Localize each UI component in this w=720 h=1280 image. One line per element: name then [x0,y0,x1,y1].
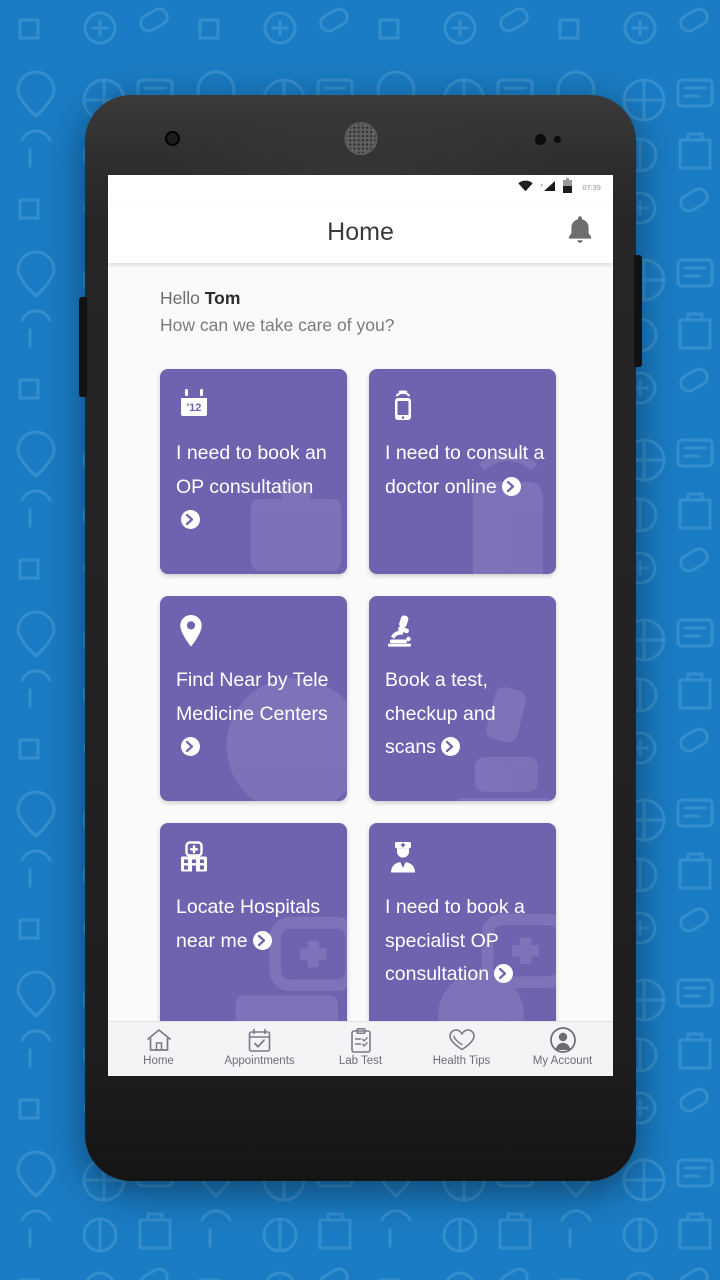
front-camera-icon [165,131,180,146]
nav-label: Home [143,1055,174,1067]
card-label: I need to book an OP consultation [176,437,337,538]
nav-item-my-account[interactable]: My Account [512,1027,613,1067]
volume-rocker[interactable] [79,297,87,397]
service-card-grid: '12 I need to book an OP consultation I … [108,343,613,1021]
app-bar: Home [108,201,613,263]
bell-icon [567,215,593,249]
hospital-icon [178,841,210,878]
calendar-icon: '12 [178,387,210,424]
wifi-icon [518,179,534,197]
calendar-check-icon [247,1027,272,1053]
mobile-signal-icon [387,387,419,426]
card-book-test-checkup-scans[interactable]: Book a test, checkup and scans [369,596,556,802]
card-label: I need to consult a doctor online [385,442,545,498]
greeting-block: Hello Tom How can we take care of you? [108,263,613,343]
microscope-icon [387,614,419,652]
clipboard-icon [350,1027,372,1053]
nav-item-appointments[interactable]: Appointments [209,1027,310,1067]
greeting-line: Hello Tom [160,285,613,312]
chevron-right-icon[interactable] [181,737,200,757]
notification-bell-button[interactable] [563,215,597,249]
status-bar: 07:39 [108,175,613,201]
card-book-specialist-op[interactable]: I need to book a specialist OP consultat… [369,823,556,1021]
svg-text:'12: '12 [187,402,202,414]
home-content: Hello Tom How can we take care of you? '… [108,263,613,1021]
screenshot-root: 07:39 Home Hello Tom How can we take car… [0,0,720,1280]
heart-icon [448,1027,476,1053]
home-icon [146,1027,172,1053]
chevron-right-icon[interactable] [252,930,272,950]
nav-item-health-tips[interactable]: Health Tips [411,1027,512,1067]
card-consult-doctor-online[interactable]: I need to consult a doctor online [369,369,556,575]
card-label: Find Near by Tele Medicine Centers [176,664,337,765]
phone-device-frame: 07:39 Home Hello Tom How can we take car… [79,95,642,1181]
bottom-navigation: Home Appointments Lab Test Health Tips M… [108,1021,613,1076]
chevron-right-icon[interactable] [494,964,514,984]
battery-icon [563,178,573,198]
earpiece-speaker-icon [344,122,377,155]
chevron-right-icon[interactable] [181,510,200,530]
card-book-op-consultation[interactable]: '12 I need to book an OP consultation [160,369,347,575]
chevron-right-icon[interactable] [440,737,460,757]
card-label: Locate Hospitals near me [176,896,321,952]
card-locate-hospitals[interactable]: Locate Hospitals near me [160,823,347,1021]
chevron-right-icon[interactable] [501,476,521,496]
doctor-icon [387,841,419,879]
nav-item-lab-test[interactable]: Lab Test [310,1027,411,1067]
card-label: Book a test, checkup and scans [385,669,496,759]
greeting-question: How can we take care of you? [160,315,395,336]
status-time: 07:39 [582,184,601,192]
nav-label: Health Tips [432,1055,491,1067]
map-pin-icon [178,614,204,653]
cellular-signal-icon [540,179,556,197]
greeting-hello-prefix: Hello [160,288,205,308]
nav-item-home[interactable]: Home [108,1027,209,1067]
page-title: Home [327,217,394,246]
nav-label: Lab Test [338,1055,383,1067]
nav-label: Appointments [224,1055,295,1067]
user-circle-icon [549,1027,576,1053]
card-label: I need to book a specialist OP consultat… [385,896,525,986]
phone-screen: 07:39 Home Hello Tom How can we take car… [108,175,613,1076]
proximity-sensor-icon [535,134,561,145]
card-find-telemedicine-centers[interactable]: Find Near by Tele Medicine Centers [160,596,347,802]
power-button[interactable] [634,255,642,367]
nav-label: My Account [532,1055,593,1067]
greeting-user-name: Tom [204,288,241,308]
